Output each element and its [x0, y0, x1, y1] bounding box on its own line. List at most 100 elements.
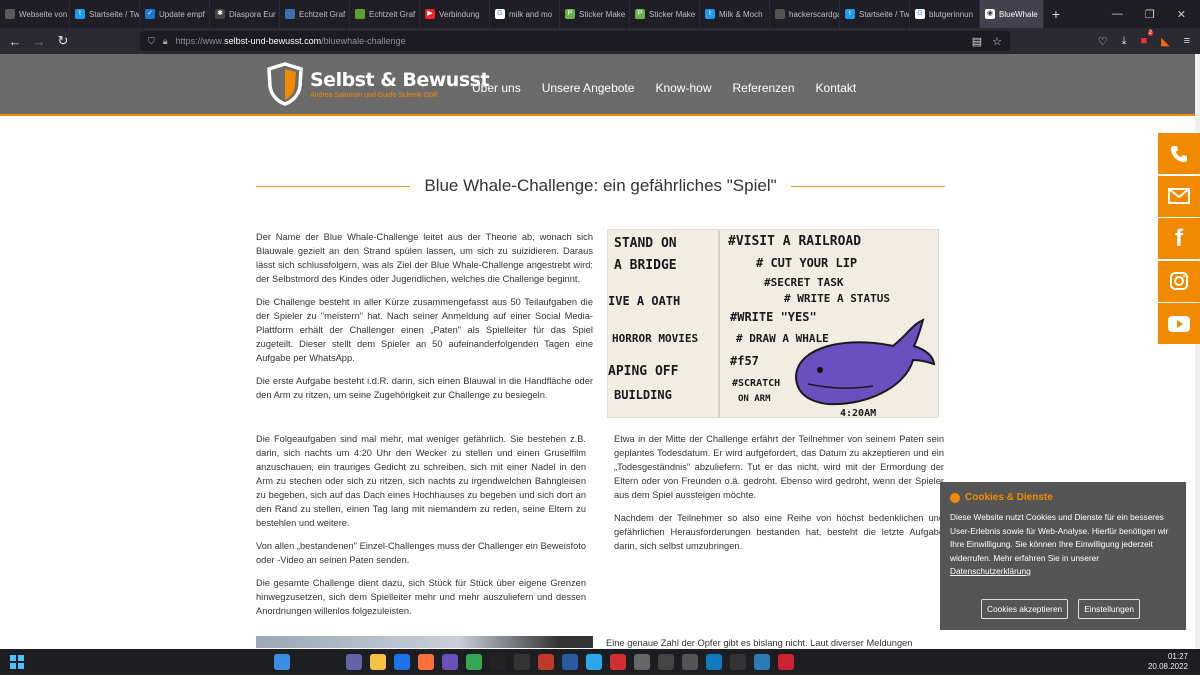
shopping-icon[interactable]: ◣	[1161, 35, 1169, 48]
reader-view-icon[interactable]: ▤	[972, 35, 982, 48]
back-icon[interactable]: ←	[3, 34, 27, 49]
url-bar[interactable]: ⛉ 🔒︎ https://www. selbst-und-bewusst.com…	[140, 31, 1010, 51]
paragraph: Etwa in der Mitte der Challenge erfährt …	[614, 434, 944, 500]
google-icon: G	[495, 9, 505, 19]
forward-icon[interactable]: →	[27, 34, 51, 49]
system-clock[interactable]: 01:27 20.08.2022	[1148, 652, 1188, 672]
tab-label: Echtzeit Graf	[299, 9, 346, 19]
tab-4[interactable]: Echtzeit Graf	[280, 0, 350, 28]
tab-label: Startseite / Tw	[89, 9, 140, 19]
inkscape-icon[interactable]	[730, 654, 746, 670]
photo-icon[interactable]	[634, 654, 650, 670]
menu-icon[interactable]: ≡	[1184, 35, 1190, 47]
app-red-icon[interactable]	[538, 654, 554, 670]
pocket-icon[interactable]: ♡	[1098, 35, 1108, 48]
nav-item-ueber-uns[interactable]: Über uns	[472, 81, 521, 95]
social-sidebar: f	[1158, 133, 1200, 346]
edge-icon[interactable]	[706, 654, 722, 670]
bookmark-star-icon[interactable]: ☆	[992, 35, 1002, 48]
monitor-icon[interactable]	[658, 654, 674, 670]
defender-icon[interactable]	[394, 654, 410, 670]
image-text: #f57	[730, 354, 759, 368]
tab-12[interactable]: t Startseite / Tw	[840, 0, 910, 28]
tab-0[interactable]: Webseite von Me	[0, 0, 70, 28]
nav-item-referenzen[interactable]: Referenzen	[732, 81, 794, 95]
task-view-icon[interactable]	[322, 654, 338, 670]
tab-label: Diaspora Eur	[229, 9, 276, 19]
new-tab-button[interactable]: +	[1044, 6, 1068, 22]
headline-rule-left	[256, 185, 411, 187]
lock-icon[interactable]: 🔒︎	[163, 36, 168, 47]
teams-icon[interactable]	[346, 654, 362, 670]
paragraph: Die Folgeaufgaben sind mal mehr, mal wen…	[256, 434, 586, 528]
tab-list: Webseite von Me t Startseite / Tw ✓ Update e…	[0, 0, 980, 28]
image-viewer-icon[interactable]	[754, 654, 770, 670]
cookie-title: Cookies & Dienste	[965, 492, 1053, 503]
tab-3[interactable]: ✱ Diaspora Eur	[210, 0, 280, 28]
cookie-text-block: Diese Website nutzt Cookies und Dienste …	[950, 511, 1176, 579]
clock-time: 01:27	[1167, 652, 1188, 661]
tab-11[interactable]: hackerscardgame	[770, 0, 840, 28]
tab-active[interactable]: ◉ BlueWhale ✕	[980, 0, 1044, 28]
facebook-button[interactable]: f	[1158, 218, 1200, 259]
tab-10[interactable]: t Milk & Moch	[700, 0, 770, 28]
site-logo[interactable]: Selbst & Bewusst Andrea Salomon und Guid…	[266, 62, 490, 106]
folder-icon[interactable]	[370, 654, 386, 670]
nav-item-angebote[interactable]: Unsere Angebote	[542, 81, 635, 95]
image-text: #VISIT A RAILROAD	[728, 234, 862, 249]
article-paragraph-cut: Eine genaue Zahl der Opfer gibt es bisla…	[606, 636, 946, 649]
accept-cookies-button[interactable]: Cookies akzeptieren	[981, 599, 1069, 619]
chrome-icon[interactable]	[466, 654, 482, 670]
notebook-spine	[718, 230, 720, 417]
tab-8[interactable]: P Sticker Make	[560, 0, 630, 28]
brand-subtitle: Andrea Salomon und Guido Schenk GbR	[310, 92, 439, 99]
tab-label: Verbindung	[439, 9, 480, 19]
site-header: Selbst & Bewusst Andrea Salomon und Guid…	[0, 54, 1200, 116]
image-text: HORROR MOVIES	[612, 332, 699, 345]
cookie-settings-button[interactable]: Einstellungen	[1078, 599, 1141, 619]
instagram-button[interactable]	[1158, 260, 1200, 302]
bars-icon[interactable]	[682, 654, 698, 670]
close-window-icon[interactable]: ✕	[1177, 8, 1186, 21]
privacy-link[interactable]: Datenschutzerklärung	[950, 566, 1031, 576]
windows-icon[interactable]	[274, 654, 290, 670]
nav-item-know-how[interactable]: Know-how	[655, 81, 711, 95]
download-icon[interactable]: ⤓	[1122, 35, 1127, 48]
tab-2[interactable]: ✓ Update empf	[140, 0, 210, 28]
image-text: #SCRATCH	[732, 378, 781, 389]
email-button[interactable]	[1158, 175, 1200, 217]
tab-1[interactable]: t Startseite / Tw	[70, 0, 140, 28]
tab-6[interactable]: ▶ Verbindung	[420, 0, 490, 28]
phone-button[interactable]	[1158, 133, 1200, 174]
restore-icon[interactable]: ❐	[1145, 8, 1155, 21]
tab-9[interactable]: P Sticker Make	[630, 0, 700, 28]
shield-icon[interactable]: ⛉	[148, 36, 155, 47]
cookie-buttons: Cookies akzeptieren Einstellungen	[981, 599, 1141, 619]
tab-5[interactable]: Echtzeit Graf	[350, 0, 420, 28]
article-column-right: Etwa in der Mitte der Challenge erfährt …	[614, 432, 944, 562]
firefox-dev-icon[interactable]	[442, 654, 458, 670]
nav-bar: ← → ↻ ⛉ 🔒︎ https://www. selbst-und-bewus…	[0, 28, 1200, 54]
cookie-icon	[950, 492, 960, 503]
tab-13[interactable]: Gblutgerinnun	[910, 0, 980, 28]
live-icon[interactable]	[490, 654, 506, 670]
nav-item-kontakt[interactable]: Kontakt	[816, 81, 857, 95]
youtube-button[interactable]	[1158, 303, 1200, 344]
firefox-icon[interactable]	[418, 654, 434, 670]
minimize-icon[interactable]: —	[1112, 8, 1123, 21]
search-icon[interactable]	[298, 654, 314, 670]
extension-icon[interactable]: ■ 2	[1140, 30, 1154, 47]
reload-icon[interactable]: ↻	[51, 33, 75, 49]
obs-icon[interactable]	[514, 654, 530, 670]
powershell-icon[interactable]	[562, 654, 578, 670]
tab-7[interactable]: Gmilk and mo	[490, 0, 560, 28]
snip-icon[interactable]	[778, 654, 794, 670]
paragraph: Nachdem der Teilnehmer so also eine Reih…	[614, 513, 944, 551]
start-icon[interactable]	[10, 655, 24, 669]
image-text: A BRIDGE	[614, 258, 677, 273]
image-text: # CUT YOUR LIP	[756, 256, 858, 270]
youtube-icon	[1168, 315, 1190, 332]
telegram-icon[interactable]	[586, 654, 602, 670]
article-column-left-top: Der Name der Blue Whale-Challenge leitet…	[256, 230, 593, 411]
hidden-icon[interactable]	[610, 654, 626, 670]
